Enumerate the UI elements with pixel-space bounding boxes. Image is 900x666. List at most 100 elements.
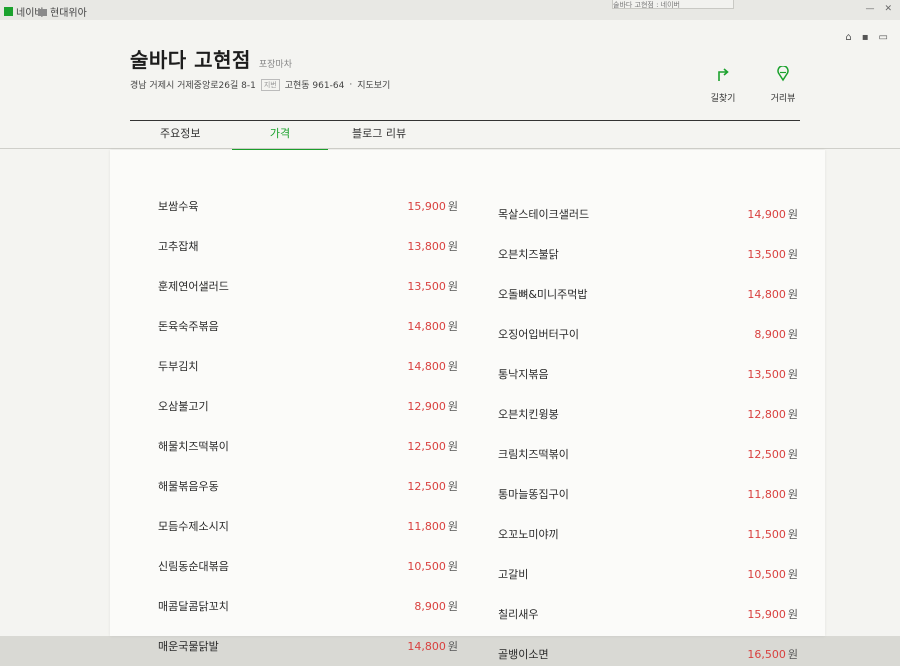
browser-toolbar-icons: ⌂ ▪ ▭ — [845, 32, 888, 43]
menu-item-price: 12,500 원 — [407, 438, 458, 454]
price-unit: 원 — [447, 280, 458, 293]
menu-item-price: 8,900 원 — [414, 598, 458, 614]
menu-item: 골뱅이소면 16,500 원 — [498, 646, 798, 666]
price-unit: 원 — [447, 360, 458, 373]
menu-item-name: 크림치즈떡볶이 — [498, 448, 569, 461]
feed-icon[interactable]: ▪ — [862, 32, 869, 43]
menu-item: 매콤달콤닭꼬치 8,900 원 — [158, 598, 458, 618]
price-value: 13,500 — [747, 368, 786, 381]
menu-item-name: 오돌뼈&미니주먹밥 — [498, 288, 588, 301]
browser-bookmark-bar: 네이버 현대위아 술바다 고현점 : 네이버 — ✕ — [0, 0, 900, 21]
tab-blog-review[interactable]: 블로그 리뷰 — [352, 121, 406, 149]
menu-item-price: 11,500 원 — [747, 526, 798, 542]
menu-item: 보쌈수육 15,900 원 — [158, 198, 458, 218]
menu-item-price: 13,500 원 — [747, 246, 798, 262]
price-value: 12,500 — [407, 480, 446, 493]
place-tabs: 주요정보 가격 블로그 리뷰 — [130, 121, 810, 151]
price-value: 14,800 — [407, 640, 446, 653]
browser-tab[interactable]: 술바다 고현점 : 네이버 — [612, 0, 734, 9]
menu-item-price: 15,900 원 — [407, 198, 458, 214]
directions-button[interactable]: 길찾기 — [700, 66, 746, 105]
menu-item-name: 신림동순대볶음 — [158, 560, 229, 573]
price-value: 16,500 — [747, 648, 786, 661]
price-value: 13,800 — [407, 240, 446, 253]
menu-item: 오꼬노미야끼 11,500 원 — [498, 526, 798, 546]
menu-item-name: 보쌈수육 — [158, 200, 199, 213]
place-title: 술바다 고현점 포장마차 — [130, 44, 292, 73]
directions-label: 길찾기 — [710, 94, 736, 104]
menu-item: 고갈비 10,500 원 — [498, 566, 798, 586]
menu-item-name: 모듬수제소시지 — [158, 520, 229, 533]
home-icon[interactable]: ⌂ — [845, 32, 851, 43]
menu-item-name: 칠리새우 — [498, 608, 539, 621]
window-controls: — ✕ — [865, 4, 892, 14]
price-unit: 원 — [447, 320, 458, 333]
street-view-button[interactable]: 거리뷰 — [760, 66, 806, 105]
price-unit: 원 — [787, 408, 798, 421]
menu-item: 통낙지볶음 13,500 원 — [498, 366, 798, 386]
menu-item-name: 고추잡채 — [158, 240, 199, 253]
map-link[interactable]: 지도보기 — [357, 78, 390, 91]
menu-item-name: 매운국물닭발 — [158, 640, 219, 653]
place-category: 포장마차 — [258, 60, 292, 70]
price-value: 12,500 — [747, 448, 786, 461]
tab-main-info[interactable]: 주요정보 — [160, 121, 200, 149]
price-unit: 원 — [787, 328, 798, 341]
price-value: 13,500 — [407, 280, 446, 293]
menu-item-name: 해물볶음우동 — [158, 480, 219, 493]
menu-item-name: 오꼬노미야끼 — [498, 528, 559, 541]
menu-item: 두부김치 14,800 원 — [158, 358, 458, 378]
menu-item-price: 12,800 원 — [747, 406, 798, 422]
price-unit: 원 — [787, 208, 798, 221]
menu-item-price: 12,500 원 — [407, 478, 458, 494]
price-value: 8,900 — [754, 328, 786, 341]
menu-item-price: 14,900 원 — [747, 206, 798, 222]
menu-item: 목살스테이크샐러드 14,900 원 — [498, 206, 798, 226]
menu-item: 크림치즈떡볶이 12,500 원 — [498, 446, 798, 466]
price-unit: 원 — [787, 488, 798, 501]
price-value: 14,900 — [747, 208, 786, 221]
tab-title: 술바다 고현점 : 네이버 — [613, 1, 680, 9]
price-value: 14,800 — [407, 320, 446, 333]
bookmark-label: 현대위아 — [50, 8, 87, 19]
menu-item: 오징어입버터구이 8,900 원 — [498, 326, 798, 346]
menu-item: 돈육숙주볶음 14,800 원 — [158, 318, 458, 338]
menu-item: 신림동순대볶음 10,500 원 — [158, 558, 458, 578]
menu-item-name: 훈제연어샐러드 — [158, 280, 229, 293]
price-value: 11,500 — [747, 528, 786, 541]
directions-icon — [718, 68, 729, 81]
price-unit: 원 — [787, 648, 798, 661]
menu-item-name: 골뱅이소면 — [498, 648, 549, 661]
print-icon[interactable]: ▭ — [879, 32, 888, 43]
menu-item: 훈제연어샐러드 13,500 원 — [158, 278, 458, 298]
menu-item-price: 11,800 원 — [747, 486, 798, 502]
price-unit: 원 — [447, 400, 458, 413]
price-value: 10,500 — [407, 560, 446, 573]
price-value: 12,800 — [747, 408, 786, 421]
price-value: 14,800 — [407, 360, 446, 373]
price-value: 15,900 — [407, 200, 446, 213]
price-value: 10,500 — [747, 568, 786, 581]
folder-bookmark-icon — [38, 7, 47, 16]
tabs-divider — [0, 148, 900, 149]
address-row: 경남 거제시 거제중앙로26길 8-1 지번 고현동 961-64 · 지도보기 — [130, 78, 390, 91]
price-value: 11,800 — [407, 520, 446, 533]
jibun-tag: 지번 — [260, 78, 280, 91]
bookmark-hyundai-wia[interactable]: 현대위아 — [38, 4, 87, 19]
price-value: 11,800 — [747, 488, 786, 501]
price-unit: 원 — [787, 608, 798, 621]
menu-item-name: 고갈비 — [498, 568, 529, 581]
price-unit: 원 — [447, 200, 458, 213]
minimize-icon[interactable]: — — [865, 4, 874, 14]
price-list: 보쌈수육 15,900 원 고추잡채 13,800 원 훈제연어샐러드 13,500 원 돈육숙주… — [110, 150, 825, 661]
menu-item-name: 목살스테이크샐러드 — [498, 208, 590, 221]
tab-price[interactable]: 가격 — [232, 121, 328, 151]
menu-item: 칠리새우 15,900 원 — [498, 606, 798, 626]
price-unit: 원 — [787, 288, 798, 301]
menu-item: 해물치즈떡볶이 12,500 원 — [158, 438, 458, 458]
price-value: 12,900 — [407, 400, 446, 413]
close-icon[interactable]: ✕ — [884, 4, 892, 14]
menu-item-price: 13,500 원 — [407, 278, 458, 294]
price-unit: 원 — [447, 640, 458, 653]
price-unit: 원 — [447, 520, 458, 533]
